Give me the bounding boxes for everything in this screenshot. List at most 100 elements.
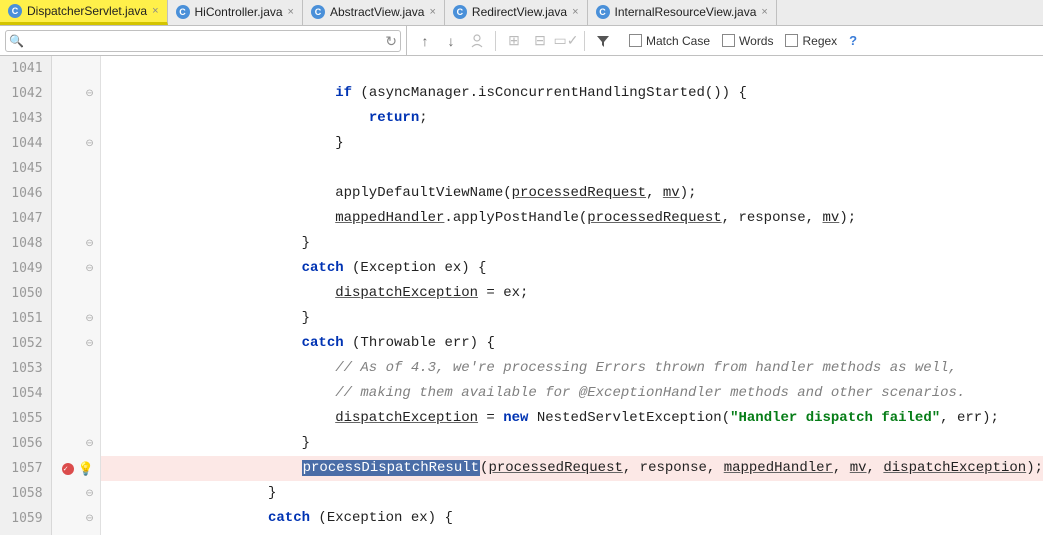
history-icon[interactable]: ↻	[385, 33, 397, 50]
search-wrap: 🔍 ↻	[0, 26, 407, 55]
marker-row: ⊖	[52, 131, 100, 156]
marker-row	[52, 356, 100, 381]
code-editor[interactable]: 1041104210431044104510461047104810491050…	[0, 56, 1043, 535]
java-class-icon: C	[176, 5, 190, 19]
line-number: 1046	[0, 181, 43, 206]
code-line[interactable]: }	[101, 481, 1043, 506]
code-line[interactable]	[101, 56, 1043, 81]
remove-selection-button[interactable]: ⊟	[528, 29, 552, 53]
code-line[interactable]: // making them available for @ExceptionH…	[101, 381, 1043, 406]
tab-0[interactable]: CDispatcherServlet.java×	[0, 0, 168, 25]
marker-row: ⊖	[52, 81, 100, 106]
code-line[interactable]	[101, 156, 1043, 181]
code-line[interactable]: }	[101, 431, 1043, 456]
fold-icon[interactable]: ⊖	[85, 513, 93, 524]
code-area[interactable]: if (asyncManager.isConcurrentHandlingSta…	[101, 56, 1043, 535]
marker-row: ⊖	[52, 331, 100, 356]
select-all-button[interactable]	[465, 29, 489, 53]
tab-4[interactable]: C InternalResourceView.java ×	[588, 0, 777, 25]
tab-label: AbstractView.java	[330, 5, 425, 19]
prev-occurrence-button[interactable]: ↑	[413, 29, 437, 53]
fold-icon[interactable]: ⊖	[85, 338, 93, 349]
search-icon: 🔍	[9, 34, 24, 48]
marker-row	[52, 156, 100, 181]
code-line[interactable]: catch (Exception ex) {	[101, 256, 1043, 281]
close-icon[interactable]: ×	[288, 6, 294, 18]
filter-icon[interactable]	[591, 29, 615, 53]
tab-label: RedirectView.java	[472, 5, 567, 19]
match-case-label: Match Case	[646, 34, 710, 48]
search-input[interactable]	[5, 30, 401, 52]
line-number: 1043	[0, 106, 43, 131]
line-number: 1042	[0, 81, 43, 106]
code-line[interactable]: applyDefaultViewName(processedRequest, m…	[101, 181, 1043, 206]
code-line[interactable]: // As of 4.3, we're processing Errors th…	[101, 356, 1043, 381]
fold-icon[interactable]: ⊖	[85, 438, 93, 449]
code-line[interactable]: return;	[101, 106, 1043, 131]
java-class-icon: C	[311, 5, 325, 19]
code-line[interactable]: catch (Throwable err) {	[101, 331, 1043, 356]
intention-bulb-icon[interactable]: 💡	[78, 461, 94, 477]
find-toolbar: 🔍 ↻ ↑ ↓ ⊞ ⊟ ▭✓ Match Case Words Regex ?	[0, 26, 1043, 56]
code-line[interactable]: catch (Exception ex) {	[101, 506, 1043, 531]
line-number: 1047	[0, 206, 43, 231]
fold-icon[interactable]: ⊖	[85, 488, 93, 499]
words-checkbox[interactable]: Words	[722, 34, 773, 48]
line-number: 1059	[0, 506, 43, 531]
marker-row: ⊖	[52, 231, 100, 256]
line-number: 1048	[0, 231, 43, 256]
marker-row	[52, 56, 100, 81]
close-icon[interactable]: ×	[761, 6, 767, 18]
tab-2[interactable]: C AbstractView.java ×	[303, 0, 445, 25]
match-case-checkbox[interactable]: Match Case	[629, 34, 710, 48]
code-line[interactable]: processDispatchResult(processedRequest, …	[101, 456, 1043, 481]
marker-gutter: ⊖⊖⊖⊖⊖⊖⊖✓💡⊖⊖	[52, 56, 101, 535]
line-number: 1041	[0, 56, 43, 81]
code-line[interactable]: }	[101, 306, 1043, 331]
fold-icon[interactable]: ⊖	[85, 313, 93, 324]
tab-label: DispatcherServlet.java	[27, 4, 147, 18]
code-line[interactable]: }	[101, 131, 1043, 156]
search-options: Match Case Words Regex ?	[621, 33, 865, 48]
java-class-icon: C	[596, 5, 610, 19]
code-line[interactable]: dispatchException = new NestedServletExc…	[101, 406, 1043, 431]
marker-row	[52, 381, 100, 406]
marker-row	[52, 181, 100, 206]
editor-tabs: C DispatcherServlet.java × C HiController.ja…	[0, 0, 1043, 26]
line-number: 1052	[0, 331, 43, 356]
code-line[interactable]: }	[101, 231, 1043, 256]
separator	[495, 31, 496, 51]
tab-label: InternalResourceView.java	[615, 5, 757, 19]
help-icon[interactable]: ?	[849, 33, 857, 48]
tab-3[interactable]: CRedirectView.java×	[445, 0, 588, 25]
add-selection-button[interactable]: ⊞	[502, 29, 526, 53]
words-label: Words	[739, 34, 773, 48]
separator	[584, 31, 585, 51]
fold-icon[interactable]: ⊖	[85, 238, 93, 249]
code-line[interactable]: mappedHandler.applyPostHandle(processedR…	[101, 206, 1043, 231]
select-all-occurrences-button[interactable]: ▭✓	[554, 29, 578, 53]
line-number: 1053	[0, 356, 43, 381]
marker-row	[52, 406, 100, 431]
tab-label: HiController.java	[195, 5, 283, 19]
close-icon[interactable]: ×	[572, 6, 578, 18]
marker-row	[52, 106, 100, 131]
marker-row: ⊖	[52, 256, 100, 281]
line-number: 1054	[0, 381, 43, 406]
fold-icon[interactable]: ⊖	[85, 263, 93, 274]
code-line[interactable]: if (asyncManager.isConcurrentHandlingSta…	[101, 81, 1043, 106]
regex-label: Regex	[802, 34, 837, 48]
line-number: 1057	[0, 456, 43, 481]
regex-checkbox[interactable]: Regex	[785, 34, 837, 48]
close-icon[interactable]: ×	[152, 5, 158, 17]
fold-icon[interactable]: ⊖	[85, 88, 93, 99]
marker-row: ⊖	[52, 431, 100, 456]
code-line[interactable]: dispatchException = ex;	[101, 281, 1043, 306]
next-occurrence-button[interactable]: ↓	[439, 29, 463, 53]
marker-row: ⊖	[52, 481, 100, 506]
fold-icon[interactable]: ⊖	[85, 138, 93, 149]
line-gutter: 1041104210431044104510461047104810491050…	[0, 56, 52, 535]
tab-1[interactable]: C HiController.java ×	[168, 0, 303, 25]
close-icon[interactable]: ×	[429, 6, 435, 18]
marker-row: ⊖	[52, 506, 100, 531]
